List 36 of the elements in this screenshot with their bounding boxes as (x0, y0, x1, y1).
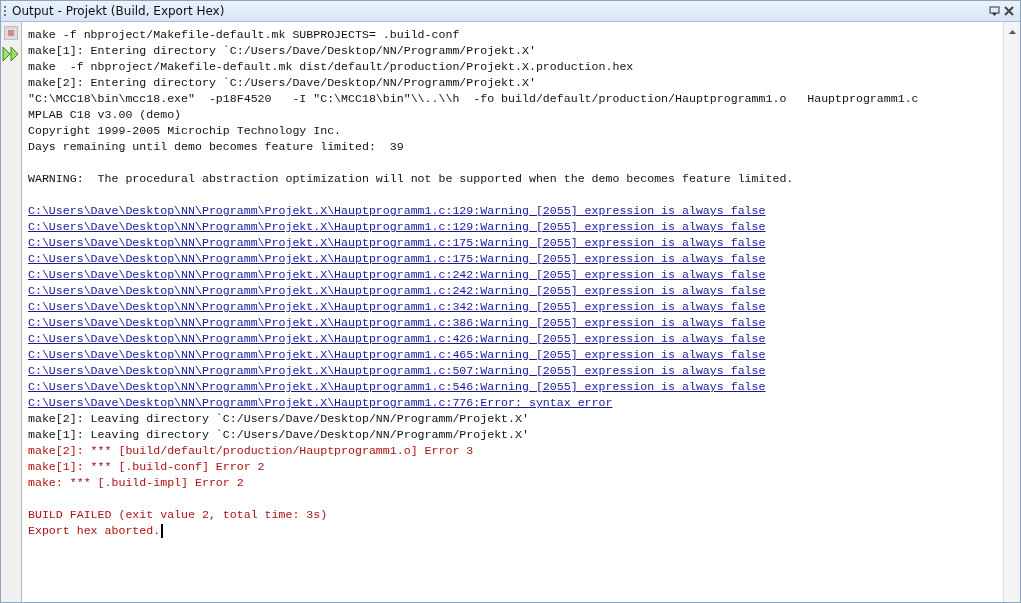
scroll-up-icon[interactable] (1008, 30, 1016, 34)
grip-icon (4, 6, 8, 16)
error-line: Export hex aborted. (28, 523, 161, 539)
rerun-icon[interactable] (2, 46, 20, 62)
error-line: make: *** [.build-impl] Error 2 (28, 475, 244, 491)
output-link[interactable]: C:\Users\Dave\Desktop\NN\Programm\Projekt.X\Hauptprogramm1.c:465:Warning [2055] expression is always false (28, 347, 766, 363)
output-link[interactable]: C:\Users\Dave\Desktop\NN\Programm\Projekt.X\Hauptprogramm1.c:242:Warning [2055] expression is always false (28, 283, 766, 299)
output-link[interactable]: C:\Users\Dave\Desktop\NN\Programm\Projekt.X\Hauptprogramm1.c:175:Warning [2055] expression is always false (28, 251, 766, 267)
error-line: BUILD FAILED (exit value 2, total time: 3s) (28, 507, 328, 523)
output-link[interactable]: C:\Users\Dave\Desktop\NN\Programm\Projekt.X\Hauptprogramm1.c:546:Warning [2055] expression is always false (28, 379, 766, 395)
output-link[interactable]: C:\Users\Dave\Desktop\NN\Programm\Projekt.X\Hauptprogramm1.c:129:Warning [2055] expression is always false (28, 203, 766, 219)
output-link[interactable]: C:\Users\Dave\Desktop\NN\Programm\Projekt.X\Hauptprogramm1.c:776:Error: syntax error (28, 395, 613, 411)
error-line: make[1]: *** [.build-conf] Error 2 (28, 459, 265, 475)
output-link[interactable]: C:\Users\Dave\Desktop\NN\Programm\Projekt.X\Hauptprogramm1.c:507:Warning [2055] expression is always false (28, 363, 766, 379)
error-line: make[2]: *** [build/default/production/Hauptprogramm1.o] Error 3 (28, 443, 474, 459)
output-line: WARNING: The procedural abstraction optimization will not be supported when the demo becomes feature limited. (28, 171, 794, 187)
output-link[interactable]: C:\Users\Dave\Desktop\NN\Programm\Projekt.X\Hauptprogramm1.c:386:Warning [2055] expression is always false (28, 315, 766, 331)
output-link[interactable]: C:\Users\Dave\Desktop\NN\Programm\Projekt.X\Hauptprogramm1.c:175:Warning [2055] expression is always false (28, 235, 766, 251)
output-line: Days remaining until demo becomes feature limited: 39 (28, 139, 404, 155)
output-line: make[2]: Entering directory `C:/Users/Dave/Desktop/NN/Programm/Projekt.X' (28, 75, 536, 91)
output-line: "C:\MCC18\bin\mcc18.exe" -p18F4520 -I "C:\MCC18\bin"\\..\\h -fo build/default/production/Hauptprogramm1.o Hauptprogramm1.c (28, 91, 919, 107)
output-line: MPLAB C18 v3.00 (demo) (28, 107, 182, 123)
minimize-icon[interactable] (989, 5, 1000, 17)
close-icon[interactable] (1004, 6, 1014, 16)
output-link[interactable]: C:\Users\Dave\Desktop\NN\Programm\Projekt.X\Hauptprogramm1.c:129:Warning [2055] expression is always false (28, 219, 766, 235)
output-line: make[1]: Entering directory `C:/Users/Dave/Desktop/NN/Programm/Projekt.X' (28, 43, 536, 59)
output-link[interactable]: C:\Users\Dave\Desktop\NN\Programm\Projekt.X\Hauptprogramm1.c:426:Warning [2055] expression is always false (28, 331, 766, 347)
output-line: make -f nbproject/Makefile-default.mk dist/default/production/Projekt.X.production.hex (28, 59, 634, 75)
window-title: Output - Projekt (Build, Export Hex) (12, 4, 225, 18)
output-line: make -f nbproject/Makefile-default.mk SUBPROJECTS= .build-conf (28, 27, 460, 43)
output-link[interactable]: C:\Users\Dave\Desktop\NN\Programm\Projekt.X\Hauptprogramm1.c:342:Warning [2055] expression is always false (28, 299, 766, 315)
output-line: Copyright 1999-2005 Microchip Technology Inc. (28, 123, 342, 139)
scrollbar[interactable] (1003, 22, 1020, 602)
output-line: make[1]: Leaving directory `C:/Users/Dave/Desktop/NN/Programm/Projekt.X' (28, 427, 529, 443)
output-line: make[2]: Leaving directory `C:/Users/Dave/Desktop/NN/Programm/Projekt.X' (28, 411, 529, 427)
output-link[interactable]: C:\Users\Dave\Desktop\NN\Programm\Projekt.X\Hauptprogramm1.c:242:Warning [2055] expression is always false (28, 267, 766, 283)
